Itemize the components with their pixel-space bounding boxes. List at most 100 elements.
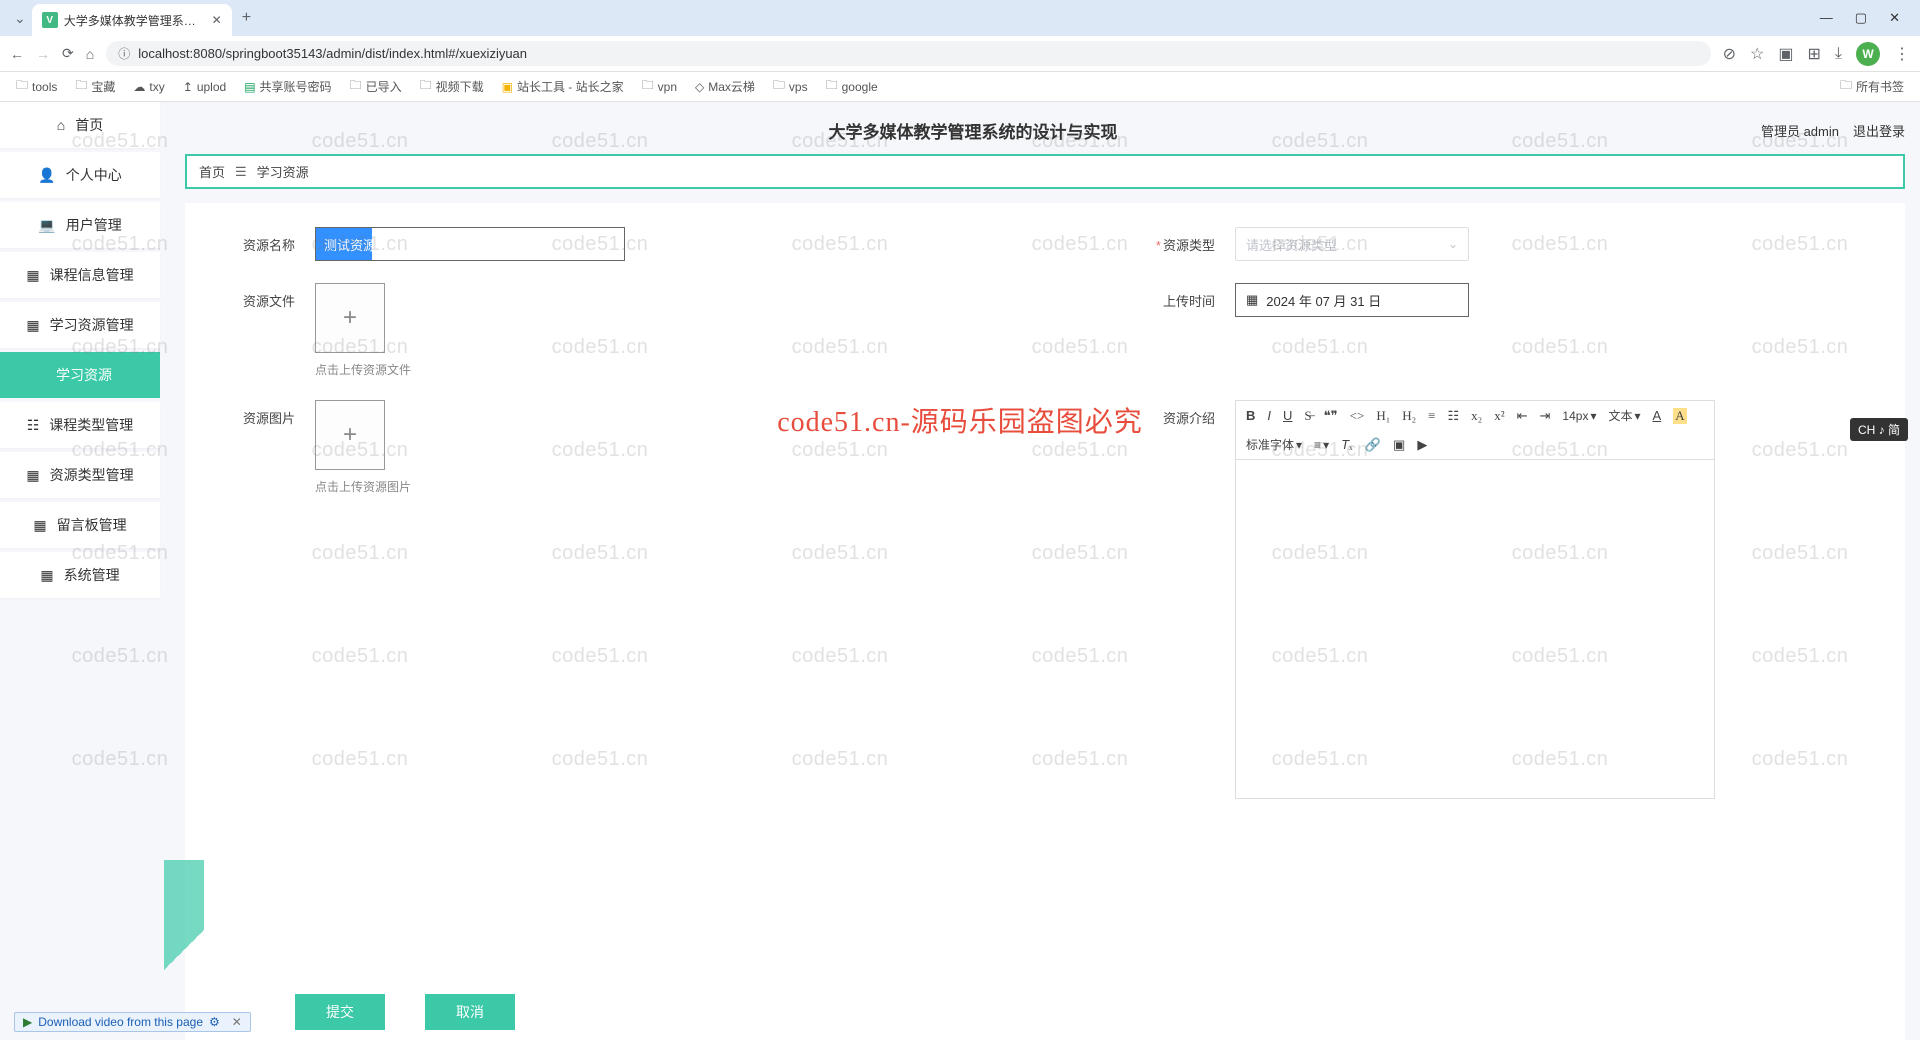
maximize-icon[interactable]: ▢ bbox=[1855, 10, 1867, 26]
sidebar-item-resource-mgmt[interactable]: ▦学习资源管理 bbox=[0, 302, 160, 348]
font-size-select[interactable]: 14px ▾ bbox=[1562, 409, 1596, 423]
site-info-icon[interactable]: ⓘ bbox=[118, 45, 130, 62]
sidebar-item-users[interactable]: 💻用户管理 bbox=[0, 202, 160, 248]
subscript-icon[interactable]: x₂ bbox=[1471, 408, 1482, 424]
upload-image-hint: 点击上传资源图片 bbox=[315, 478, 955, 495]
superscript-icon[interactable]: x² bbox=[1494, 408, 1504, 424]
home-icon[interactable]: ⌂ bbox=[86, 46, 94, 62]
bg-color-icon[interactable]: A bbox=[1673, 408, 1686, 424]
bookmark-all[interactable]: 🗀所有书签 bbox=[1834, 74, 1910, 99]
window-controls: — ▢ ✕ bbox=[1820, 10, 1912, 26]
quote-icon[interactable]: ❝❞ bbox=[1324, 408, 1338, 424]
breadcrumb: 首页 ☰ 学习资源 bbox=[185, 154, 1905, 189]
download-icon[interactable]: ⤓ bbox=[1835, 45, 1842, 63]
font-family-select[interactable]: 标准字体 ▾ bbox=[1246, 436, 1302, 453]
indent-dec-icon[interactable]: ⇤ bbox=[1517, 408, 1528, 424]
menu-icon[interactable]: ⋮ bbox=[1894, 44, 1910, 64]
tab-close-icon[interactable]: ✕ bbox=[212, 13, 222, 27]
bookmark-vpn[interactable]: 🗀vpn bbox=[636, 74, 683, 99]
select-placeholder: 请选择资源类型 bbox=[1246, 235, 1337, 254]
bookmark-baozang[interactable]: 🗀宝藏 bbox=[69, 74, 121, 99]
bookmark-video[interactable]: 🗀视频下载 bbox=[414, 74, 490, 99]
breadcrumb-home[interactable]: 首页 bbox=[199, 162, 225, 181]
bookmark-max[interactable]: ◇Max云梯 bbox=[689, 76, 761, 97]
label-resource-intro: 资源介绍 bbox=[1135, 400, 1215, 427]
tabs-collapse-icon[interactable]: ⌄ bbox=[14, 10, 26, 27]
plugin-icon[interactable]: ▣ bbox=[1778, 44, 1793, 64]
cancel-button[interactable]: 取消 bbox=[425, 994, 515, 1030]
browser-tab[interactable]: V 大学多媒体教学管理系统的设计 ✕ bbox=[32, 4, 232, 36]
text-style-select[interactable]: 文本 ▾ bbox=[1608, 407, 1640, 424]
sidebar-item-resource-type[interactable]: ▦资源类型管理 bbox=[0, 452, 160, 498]
new-tab-button[interactable]: + bbox=[242, 9, 251, 27]
bookmark-google[interactable]: 🗀google bbox=[820, 74, 884, 99]
sidebar-item-message-board[interactable]: ▦留言板管理 bbox=[0, 502, 160, 548]
upload-image-box[interactable]: + bbox=[315, 400, 385, 470]
bookmark-vps[interactable]: 🗀vps bbox=[767, 74, 814, 99]
input-upload-time[interactable]: ▦ 2024 年 07 月 31 日 bbox=[1235, 283, 1469, 317]
sidebar-item-course-type[interactable]: ☷课程类型管理 bbox=[0, 402, 160, 448]
minimize-icon[interactable]: — bbox=[1820, 10, 1833, 26]
sidebar-item-profile[interactable]: 👤个人中心 bbox=[0, 152, 160, 198]
forward-icon[interactable]: → bbox=[36, 46, 50, 62]
sidebar-item-resource-active[interactable]: 学习资源 bbox=[0, 352, 160, 398]
close-window-icon[interactable]: ✕ bbox=[1889, 10, 1900, 26]
address-bar: ← → ⟳ ⌂ ⓘ localhost:8080/springboot35143… bbox=[0, 36, 1920, 72]
close-icon[interactable]: ✕ bbox=[232, 1015, 242, 1029]
sidebar: ⌂首页 👤个人中心 💻用户管理 ▦课程信息管理 ▦学习资源管理 学习资源 ☷课程… bbox=[0, 102, 160, 1040]
bookmark-imported[interactable]: 🗀已导入 bbox=[344, 74, 408, 99]
field-upload-time: 上传时间 ▦ 2024 年 07 月 31 日 bbox=[1135, 283, 1875, 378]
app-container: ⌂首页 👤个人中心 💻用户管理 ▦课程信息管理 ▦学习资源管理 学习资源 ☷课程… bbox=[0, 102, 1920, 1040]
align-select[interactable]: ≡ ▾ bbox=[1314, 438, 1329, 452]
back-icon[interactable]: ← bbox=[10, 46, 24, 62]
calendar-icon: ▦ bbox=[1246, 292, 1258, 308]
font-color-icon[interactable]: A bbox=[1653, 408, 1662, 424]
underline-icon[interactable]: U bbox=[1283, 408, 1292, 424]
ol-icon[interactable]: ≡ bbox=[1428, 408, 1435, 424]
download-banner[interactable]: ▶ Download video from this page ⚙ ✕ bbox=[14, 1012, 251, 1032]
folder-icon: 🗀 bbox=[16, 76, 28, 97]
main-area: 大学多媒体教学管理系统的设计与实现 管理员 admin 退出登录 首页 ☰ 学习… bbox=[160, 102, 1920, 1040]
gear-icon[interactable]: ⚙ bbox=[209, 1015, 220, 1029]
bookmark-txy[interactable]: ☁txy bbox=[127, 78, 170, 96]
folder-icon: 🗀 bbox=[75, 76, 87, 97]
ul-icon[interactable]: ☷ bbox=[1448, 408, 1460, 424]
sidebar-item-system[interactable]: ▦系统管理 bbox=[0, 552, 160, 598]
image-insert-icon[interactable]: ▣ bbox=[1393, 437, 1405, 453]
profile-avatar[interactable]: W bbox=[1856, 42, 1880, 66]
url-field[interactable]: ⓘ localhost:8080/springboot35143/admin/d… bbox=[106, 41, 1710, 66]
bookmark-zhanzhang[interactable]: ▣站长工具 - 站长之家 bbox=[496, 76, 630, 97]
sidebar-item-home[interactable]: ⌂首页 bbox=[0, 102, 160, 148]
extensions-icon[interactable]: ⊞ bbox=[1808, 44, 1821, 64]
star-icon[interactable]: ☆ bbox=[1750, 44, 1764, 64]
video-insert-icon[interactable]: ▶ bbox=[1417, 437, 1427, 453]
hamburger-icon[interactable]: ☰ bbox=[235, 164, 247, 180]
input-resource-name[interactable] bbox=[315, 227, 625, 261]
italic-icon[interactable]: I bbox=[1267, 408, 1271, 424]
strike-icon[interactable]: S̶ bbox=[1304, 408, 1311, 424]
play-icon: ▶ bbox=[23, 1015, 32, 1029]
select-resource-type[interactable]: 请选择资源类型 ⌄ bbox=[1235, 227, 1469, 261]
key-icon[interactable]: ⊘ bbox=[1723, 44, 1736, 64]
h2-icon[interactable]: H₂ bbox=[1402, 408, 1416, 424]
user-icon: 👤 bbox=[38, 167, 55, 184]
ime-badge[interactable]: CH ♪ 简 bbox=[1850, 418, 1908, 441]
bookmark-shared[interactable]: ▤共享账号密码 bbox=[238, 76, 337, 97]
editor-content[interactable] bbox=[1235, 459, 1715, 799]
user-label: 管理员 admin bbox=[1761, 121, 1839, 140]
submit-button[interactable]: 提交 bbox=[295, 994, 385, 1030]
bookmark-tools[interactable]: 🗀tools bbox=[10, 74, 63, 99]
bold-icon[interactable]: B bbox=[1246, 408, 1255, 424]
link-icon[interactable]: 🔗 bbox=[1365, 437, 1381, 453]
h1-icon[interactable]: H₁ bbox=[1376, 408, 1390, 424]
label-upload-time: 上传时间 bbox=[1135, 283, 1215, 310]
reload-icon[interactable]: ⟳ bbox=[62, 45, 74, 62]
clear-format-icon[interactable]: Tₓ bbox=[1341, 437, 1353, 453]
sidebar-item-course-info[interactable]: ▦课程信息管理 bbox=[0, 252, 160, 298]
upload-file-box[interactable]: + bbox=[315, 283, 385, 353]
bookmark-uplod[interactable]: ↥uplod bbox=[177, 78, 232, 96]
editor-toolbar: B I U S̶ ❝❞ <> H₁ H₂ ≡ ☷ x₂ x² ⇤ bbox=[1235, 400, 1715, 459]
code-icon[interactable]: <> bbox=[1350, 408, 1365, 424]
logout-link[interactable]: 退出登录 bbox=[1853, 121, 1905, 140]
indent-inc-icon[interactable]: ⇥ bbox=[1540, 408, 1551, 424]
